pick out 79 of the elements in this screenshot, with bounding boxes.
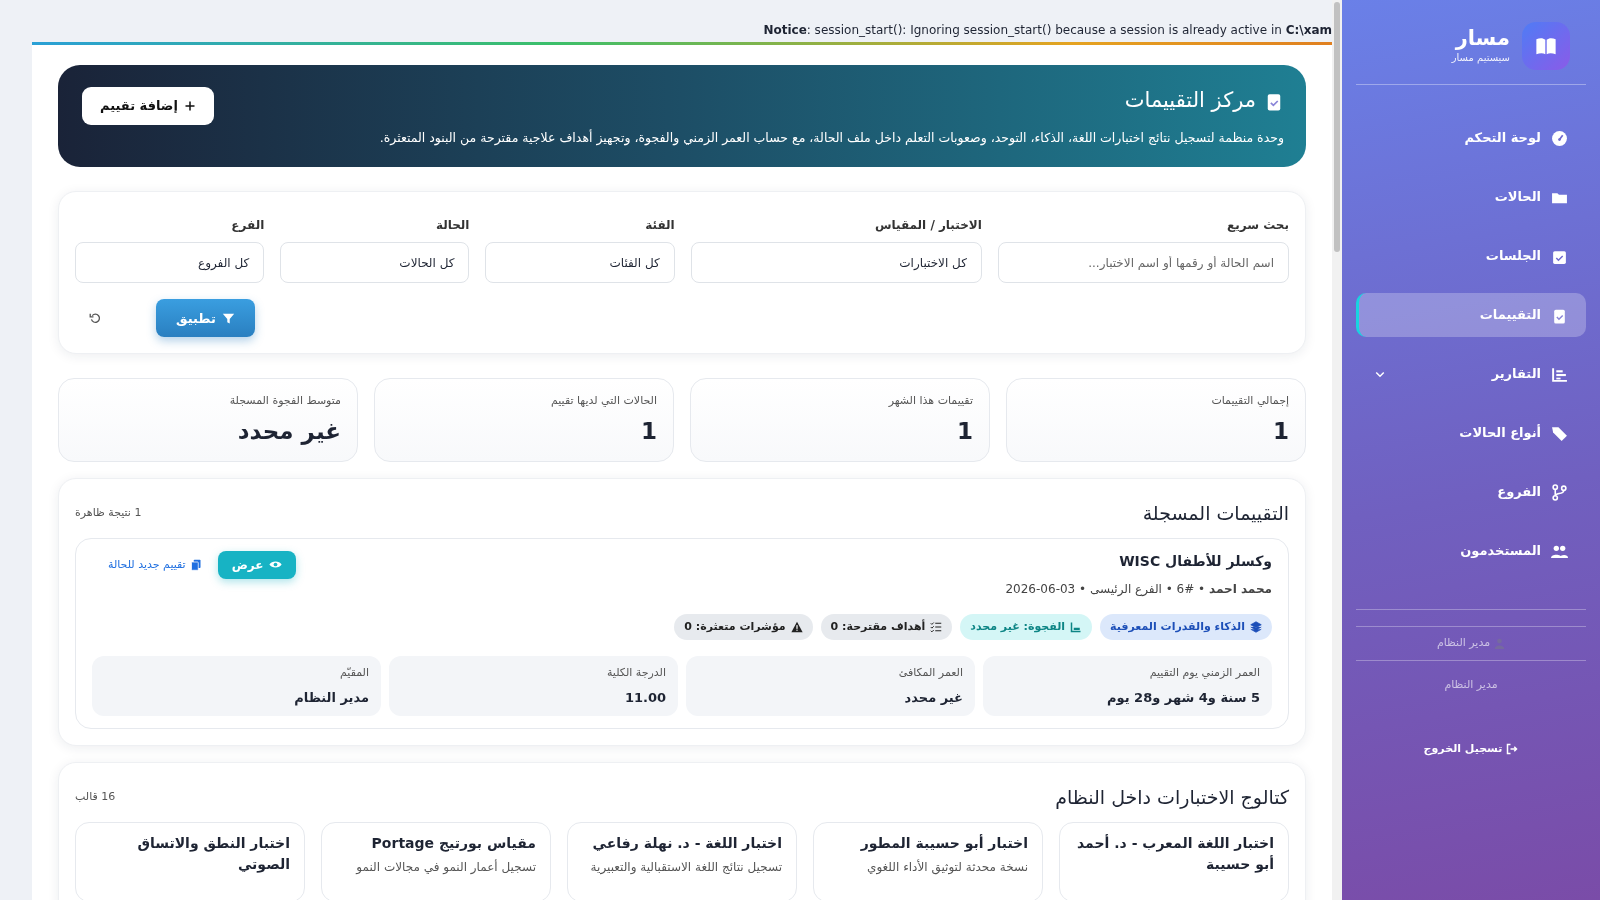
field-label: الفرع — [230, 217, 265, 235]
page-description: وحدة منظمة لتسجيل نتائج اختبارات اللغة، الذكاء، التوحد، وصعوبات التعلم داخل ملف الحالة، مع حساب العمر الزمني والفجوة، وتجهيز أهداف علاجية مقترحة من البنود المتعثرة. — [379, 128, 1284, 148]
info-label: العمر الزمني يوم التقييم — [1148, 665, 1260, 682]
info-value: مدير النظام — [293, 688, 369, 708]
assessment-meta: محمد احمد • #6 • الفرع الرئيسى • 03-06-2026 — [1005, 580, 1272, 598]
sidebar-item[interactable]: أنواع الحالات — [1356, 411, 1586, 455]
user-icon — [1494, 637, 1506, 649]
tag-chip: أهداف مقترحة: 0 — [820, 613, 953, 641]
tag-icon — [1551, 424, 1568, 442]
info-value: 5 سنة و4 شهر و28 يوم — [1106, 688, 1260, 708]
chart-icon — [1070, 621, 1083, 633]
add-assessment-button[interactable]: إضافة تقييم — [82, 87, 214, 125]
test-title: اختبار أبو حسيبة المطور — [859, 833, 1028, 854]
user-role: مدير النظام — [1443, 676, 1499, 693]
layers-icon — [1250, 621, 1262, 633]
tag-chip: مؤشرات متعثرة: 0 — [674, 613, 813, 641]
stat-value: 1 — [640, 416, 657, 446]
page-title: مركز التقييمات — [1124, 87, 1256, 114]
info-label: الدرجة الكلية — [605, 665, 666, 682]
dropdown[interactable]: كل الفروع — [75, 242, 265, 284]
template-count: 16 قالب — [75, 789, 116, 806]
test-description: تسجيل أعمار النمو في مجالات النمو — [354, 858, 536, 877]
assessment-title: وكسلر للأطفال WISC — [1118, 551, 1272, 572]
field-label: الحالة — [434, 217, 470, 235]
error-notice: Notice: session_start(): Ignoring session_start() because a session is already active in C:\xam — [763, 22, 1332, 39]
field-label: الاختبار / المقياس — [873, 217, 982, 235]
filter-icon — [221, 311, 235, 325]
reset-icon — [89, 311, 102, 325]
stat-value: 1 — [1272, 416, 1289, 446]
tag-chip: الذكاء والقدرات المعرفية — [1100, 613, 1272, 641]
test-title: اختبار اللغة - د. نهلة رفاعي — [591, 833, 782, 854]
info-value: غير محدد — [903, 688, 963, 707]
logout-icon — [1506, 743, 1519, 756]
bar-chart-icon — [1551, 365, 1568, 383]
info-label: المقيّم — [339, 665, 369, 682]
test-title: اختبار النطق والاتساق الصوتي — [136, 833, 290, 875]
checklist-icon — [930, 621, 943, 633]
stat-label: تقييمات هذا الشهر — [887, 393, 973, 410]
test-description: نسخة محدثة لتوثيق الأداء اللغوي — [866, 858, 1028, 877]
stat-value: غير محدد — [236, 416, 341, 447]
new-assessment-link[interactable]: تقييم جديد للحالة — [108, 556, 202, 573]
test-title: مقياس بورتيج Portage — [370, 833, 536, 854]
sidebar-item[interactable]: الحالات — [1356, 175, 1586, 219]
brand-title: مسار — [1454, 26, 1510, 51]
sidebar-item[interactable]: الجلسات — [1356, 234, 1586, 278]
scrollbar[interactable] — [1332, 0, 1342, 900]
section-title: كتالوج الاختبارات داخل النظام — [1055, 785, 1289, 811]
sidebar-item[interactable]: المستخدمون — [1356, 529, 1586, 573]
info-label: العمر المكافئ — [897, 665, 963, 682]
gauge-icon — [1551, 129, 1568, 147]
test-description: تسجيل نتائج اللغة الاستقبالية والتعبيرية — [589, 859, 782, 877]
stat-value: 1 — [956, 416, 973, 446]
info-value: 11.00 — [623, 688, 666, 707]
sidebar-item[interactable]: لوحة التحكم — [1356, 116, 1586, 160]
section-title: التقييمات المسجلة — [1142, 501, 1289, 527]
dropdown[interactable]: كل الحالات — [280, 242, 470, 284]
test-title: اختبار اللغة المعرب - د. أحمد أبو حسيبة — [1076, 833, 1274, 875]
sidebar-item[interactable]: الفروع — [1356, 470, 1586, 514]
sidebar-item[interactable]: التقارير — [1356, 352, 1586, 396]
tag-chip: الفجوة: غير محدد — [960, 613, 1093, 641]
stat-label: متوسط الفجوة المسجلة — [228, 393, 341, 410]
result-count: 1 نتيجة ظاهرة — [75, 505, 142, 522]
view-button[interactable]: عرض — [217, 550, 296, 579]
dropdown[interactable]: كل الاختبارات — [690, 242, 982, 284]
brand-subtitle: سيستيم مسار — [1451, 51, 1510, 66]
apply-button[interactable]: تطبيق — [156, 299, 255, 338]
stat-label: إجمالي التقييمات — [1210, 393, 1289, 410]
warning-icon — [790, 621, 803, 633]
field-label: بحث سريع — [1226, 217, 1289, 235]
branch-icon — [1551, 483, 1568, 501]
plus-icon — [183, 99, 196, 112]
stat-label: الحالات التي لديها تقييم — [549, 393, 657, 410]
logo-icon — [1522, 22, 1570, 70]
copy-icon — [189, 558, 202, 571]
dropdown[interactable]: كل الفئات — [485, 242, 675, 284]
user-name: مدير النظام — [1356, 627, 1586, 660]
sidebar-item[interactable]: التقييمات — [1356, 293, 1586, 337]
logout-link[interactable]: تسجيل الخروج — [1356, 741, 1586, 758]
field-label: الفئة — [644, 217, 675, 235]
